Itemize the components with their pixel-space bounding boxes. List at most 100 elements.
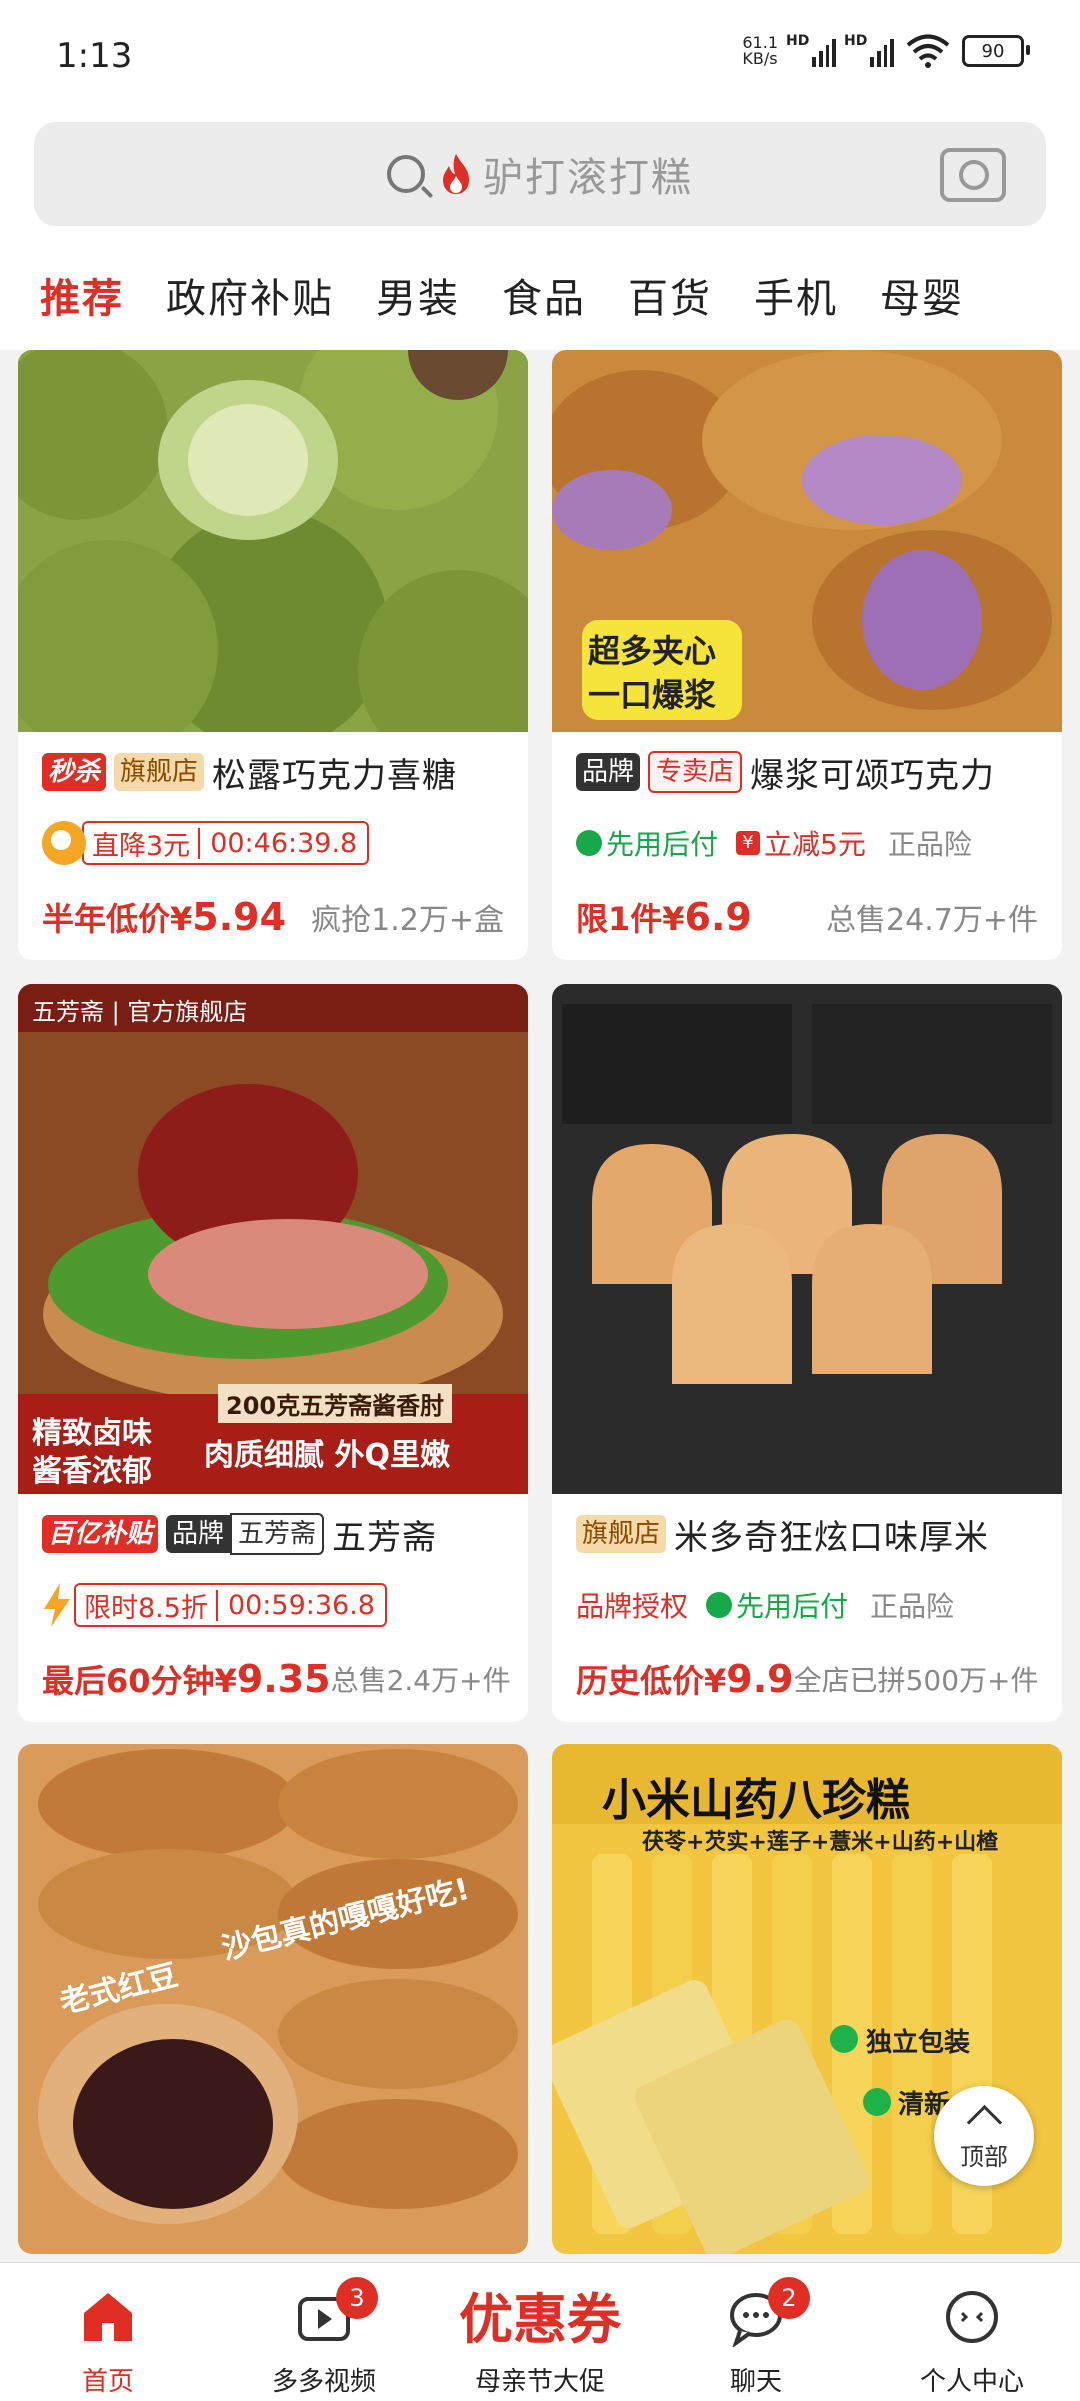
sold-count: 全店已拼500万+件: [793, 1664, 1039, 1697]
product-card[interactable]: 超多夹心 一口爆浆 品牌 专卖店 爆浆可颂巧克力 先用后付 ¥ 立减5元 正品险…: [552, 350, 1062, 960]
promo-row: 限时8.5折 00:59:36.8: [18, 1574, 528, 1636]
image-caption-2: 一口爆浆: [588, 676, 717, 714]
tab-chat[interactable]: 2 聊天: [648, 2263, 864, 2401]
profile-icon: [946, 2291, 998, 2343]
product-title: 五芳斋: [332, 1517, 438, 1558]
insurance-tag: 正品险: [870, 1590, 955, 1623]
product-card[interactable]: 旗舰店 米多奇狂炫口味厚米 品牌授权 先用后付 正品险 历史低价¥9.9 全店已…: [552, 984, 1062, 1722]
product-image: [552, 984, 1062, 1494]
tab-recommend[interactable]: 推荐: [40, 266, 124, 324]
wifi-icon: [906, 34, 950, 68]
home-icon: [84, 2293, 132, 2341]
signal-icon: HD: [786, 33, 836, 67]
sold-count: 总售24.7万+件: [826, 903, 1038, 938]
tab-menswear[interactable]: 男装: [376, 266, 460, 324]
tab-home-label: 首页: [81, 2367, 134, 2397]
rice-cracker-image: [552, 984, 1062, 1494]
tab-promotion[interactable]: 优惠券 母亲节大促: [432, 2263, 648, 2401]
pay-later-icon: [576, 830, 602, 856]
brand-logo-text: 五芳斋 | 官方旗舰店: [32, 998, 248, 1026]
product-card[interactable]: 老式红豆 沙包真的嘎嘎好吃!: [18, 1744, 528, 2254]
truffle-image: [18, 350, 528, 732]
sold-count: 疯抢1.2万+盒: [311, 903, 504, 938]
promo-row: 直降3元 00:46:39.8: [18, 812, 528, 874]
sold-count: 总售2.4万+件: [330, 1664, 511, 1697]
video-badge: 3: [336, 2277, 378, 2319]
signal-icon-2: HD: [844, 33, 894, 67]
flagship-badge: 旗舰店: [576, 1515, 667, 1553]
search-area: 驴打滚打糕: [0, 110, 1080, 240]
search-icon: [387, 155, 425, 193]
discount-label: 直降3元: [84, 823, 199, 863]
discount-tag: 立减5元: [764, 828, 866, 861]
subsidy-badge: 百亿补贴: [42, 1515, 159, 1553]
product-title: 松露巧克力喜糖: [212, 755, 458, 796]
tab-video[interactable]: 3 多多视频: [216, 2263, 432, 2401]
tab-chat-label: 聊天: [729, 2367, 782, 2397]
price-row: 历史低价¥9.9 全店已拼500万+件: [552, 1636, 1062, 1722]
bottom-tab-bar: 首页 3 多多视频 优惠券 母亲节大促 2 聊天 个人中心: [0, 2262, 1080, 2401]
discount-label: 限时8.5折: [76, 1585, 216, 1625]
product-title-row: 秒杀 旗舰店 松露巧克力喜糖: [18, 732, 528, 812]
tab-general[interactable]: 百货: [628, 266, 712, 324]
product-title: 米多奇狂炫口味厚米: [674, 1517, 990, 1558]
product-image: 超多夹心 一口爆浆: [552, 350, 1062, 732]
camera-icon[interactable]: [940, 148, 1006, 202]
product-card[interactable]: 秒杀 旗舰店 松露巧克力喜糖 直降3元 00:46:39.8 半年低价¥5.94…: [18, 350, 528, 960]
image-caption-2: 茯苓+芡实+莲子+薏米+山药+山楂: [642, 1830, 999, 1855]
pay-later-tag: 先用后付: [606, 828, 719, 861]
tab-profile-label: 个人中心: [919, 2367, 1024, 2397]
price-row: 限1件¥6.9 总售24.7万+件: [552, 874, 1062, 960]
tab-subsidy[interactable]: 政府补贴: [166, 266, 334, 324]
search-placeholder: 驴打滚打糕: [483, 155, 693, 201]
price: 历史低价¥9.9: [576, 1657, 794, 1701]
promo-row: 品牌授权 先用后付 正品险: [552, 1574, 1062, 1636]
coupon-banner: 优惠券: [459, 2288, 621, 2351]
product-title-row: 品牌 专卖店 爆浆可颂巧克力: [552, 732, 1062, 812]
tab-video-label: 多多视频: [271, 2367, 376, 2397]
product-feed: 秒杀 旗舰店 松露巧克力喜糖 直降3元 00:46:39.8 半年低价¥5.94…: [0, 350, 1080, 2262]
clock-icon: [42, 821, 86, 865]
product-title: 爆浆可颂巧克力: [750, 755, 996, 796]
scroll-to-top-button[interactable]: 顶部: [934, 2086, 1034, 2186]
category-tabs: 推荐 政府补贴 男装 食品 百货 手机 母婴: [0, 240, 1080, 350]
price-row: 最后60分钟¥9.35 总售2.4万+件: [18, 1636, 528, 1722]
network-speed: 61.1 KB/s: [742, 33, 778, 68]
image-caption-4: 肉质细腻 外Q里嫩: [204, 1438, 450, 1473]
countdown-box: 限时8.5折 00:59:36.8: [74, 1583, 387, 1627]
pay-later-tag: 先用后付: [736, 1590, 849, 1623]
status-icons: 61.1 KB/s HD HD 90: [742, 33, 1030, 68]
product-image: [18, 350, 528, 732]
fire-icon: [443, 154, 469, 194]
tab-promotion-label: 母亲节大促: [474, 2367, 605, 2397]
status-bar: 1:13 61.1 KB/s HD HD 90: [0, 0, 1080, 110]
image-caption-1: 200克五芳斋酱香肘: [218, 1384, 453, 1423]
product-image: 五芳斋 | 官方旗舰店 200克五芳斋酱香肘 精致卤味 酱香浓郁 肉质细腻 外Q…: [18, 984, 528, 1494]
scroll-to-top-label: 顶部: [960, 2143, 1008, 2171]
countdown-box: 直降3元 00:46:39.8: [82, 821, 370, 865]
coupon-icon: ¥: [736, 831, 761, 855]
flash-sale-badge: 秒杀: [42, 753, 107, 791]
product-title-row: 旗舰店 米多奇狂炫口味厚米: [552, 1494, 1062, 1574]
lightning-icon: [44, 1583, 70, 1627]
image-caption-3: 独立包装: [866, 2028, 971, 2058]
tab-home[interactable]: 首页: [0, 2263, 216, 2401]
image-caption-1: 超多夹心: [588, 632, 717, 670]
price: 限1件¥6.9: [576, 895, 752, 939]
tab-baby[interactable]: 母婴: [880, 266, 964, 324]
brand-badge: 品牌: [166, 1515, 231, 1553]
product-card[interactable]: 五芳斋 | 官方旗舰店 200克五芳斋酱香肘 精致卤味 酱香浓郁 肉质细腻 外Q…: [18, 984, 528, 1722]
brand-badge: 品牌: [576, 753, 641, 791]
search-input[interactable]: 驴打滚打糕: [34, 122, 1046, 226]
countdown-timer: 00:46:39.8: [198, 827, 367, 859]
store-badge: 专卖店: [648, 751, 743, 793]
status-time: 1:13: [56, 36, 133, 76]
price: 最后60分钟¥9.35: [42, 1657, 331, 1701]
tab-profile[interactable]: 个人中心: [864, 2263, 1080, 2401]
tab-phones[interactable]: 手机: [754, 266, 838, 324]
price: 半年低价¥5.94: [42, 895, 287, 939]
countdown-timer: 00:59:36.8: [215, 1589, 385, 1621]
product-title-row: 百亿补贴 品牌 五芳斋 五芳斋: [18, 1494, 528, 1574]
tab-food[interactable]: 食品: [502, 266, 586, 324]
image-caption-3: 酱香浓郁: [32, 1454, 152, 1489]
